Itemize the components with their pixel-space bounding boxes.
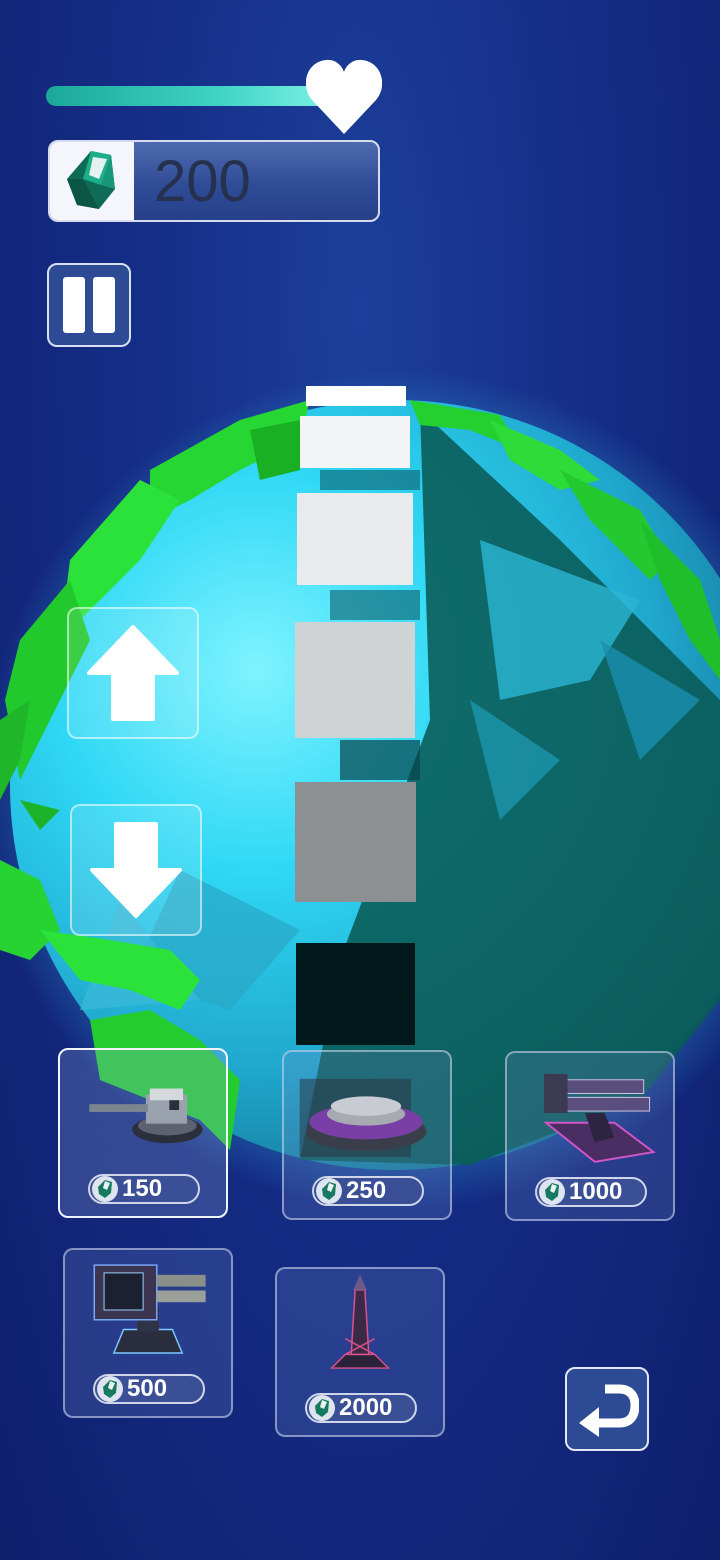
tile — [306, 386, 406, 406]
health-bar — [46, 86, 335, 106]
move-down-button[interactable] — [70, 804, 202, 936]
crystal-gem-icon — [309, 1395, 335, 1421]
price-tag: 1000 — [535, 1177, 647, 1207]
crystal-gem-icon — [97, 1376, 123, 1402]
move-up-button[interactable] — [67, 607, 199, 739]
pause-icon-bar — [63, 277, 85, 333]
tile — [300, 416, 410, 468]
tile-shadow — [320, 470, 420, 490]
tile — [296, 943, 415, 1045]
missile-launcher-icon — [93, 1264, 206, 1354]
tile — [295, 622, 415, 738]
price-tag: 150 — [88, 1174, 200, 1204]
price-value: 250 — [346, 1177, 387, 1204]
gun-turret-icon — [89, 1088, 203, 1144]
arrow-up-icon — [87, 625, 179, 721]
currency-panel: 200 — [48, 140, 380, 222]
tile-shadow — [340, 740, 420, 780]
back-button[interactable] — [565, 1367, 649, 1451]
shop-item-missile-launcher[interactable]: 500 — [63, 1248, 233, 1418]
crystal-gem-icon — [92, 1176, 118, 1202]
currency-amount: 200 — [154, 149, 251, 214]
laser-tower-icon — [329, 1274, 391, 1369]
disc-turret-icon — [299, 1078, 427, 1157]
price-tag: 500 — [93, 1374, 205, 1404]
shop-item-gun-turret[interactable]: 150 — [58, 1048, 228, 1218]
price-value: 2000 — [339, 1394, 393, 1421]
heart-icon — [306, 59, 382, 134]
tile-shadow — [330, 590, 420, 620]
price-tag: 2000 — [305, 1393, 417, 1423]
shop-item-laser-tower[interactable]: 2000 — [275, 1267, 445, 1437]
price-value: 150 — [122, 1175, 163, 1202]
tile — [295, 782, 416, 902]
tile — [297, 493, 413, 585]
return-arrow-icon — [579, 1384, 639, 1437]
rail-cannon-icon — [543, 1073, 656, 1163]
pause-icon-bar — [93, 277, 115, 333]
price-value: 500 — [127, 1375, 168, 1402]
price-tag: 250 — [312, 1176, 424, 1206]
shop-item-disc-turret[interactable]: 250 — [282, 1050, 452, 1220]
price-value: 1000 — [569, 1178, 623, 1205]
shop-item-rail-cannon[interactable]: 1000 — [505, 1051, 675, 1221]
crystal-gem-icon — [50, 142, 134, 220]
crystal-gem-icon — [316, 1178, 342, 1204]
arrow-down-icon — [90, 822, 182, 918]
crystal-gem-icon — [539, 1179, 565, 1205]
pause-button[interactable] — [47, 263, 131, 347]
